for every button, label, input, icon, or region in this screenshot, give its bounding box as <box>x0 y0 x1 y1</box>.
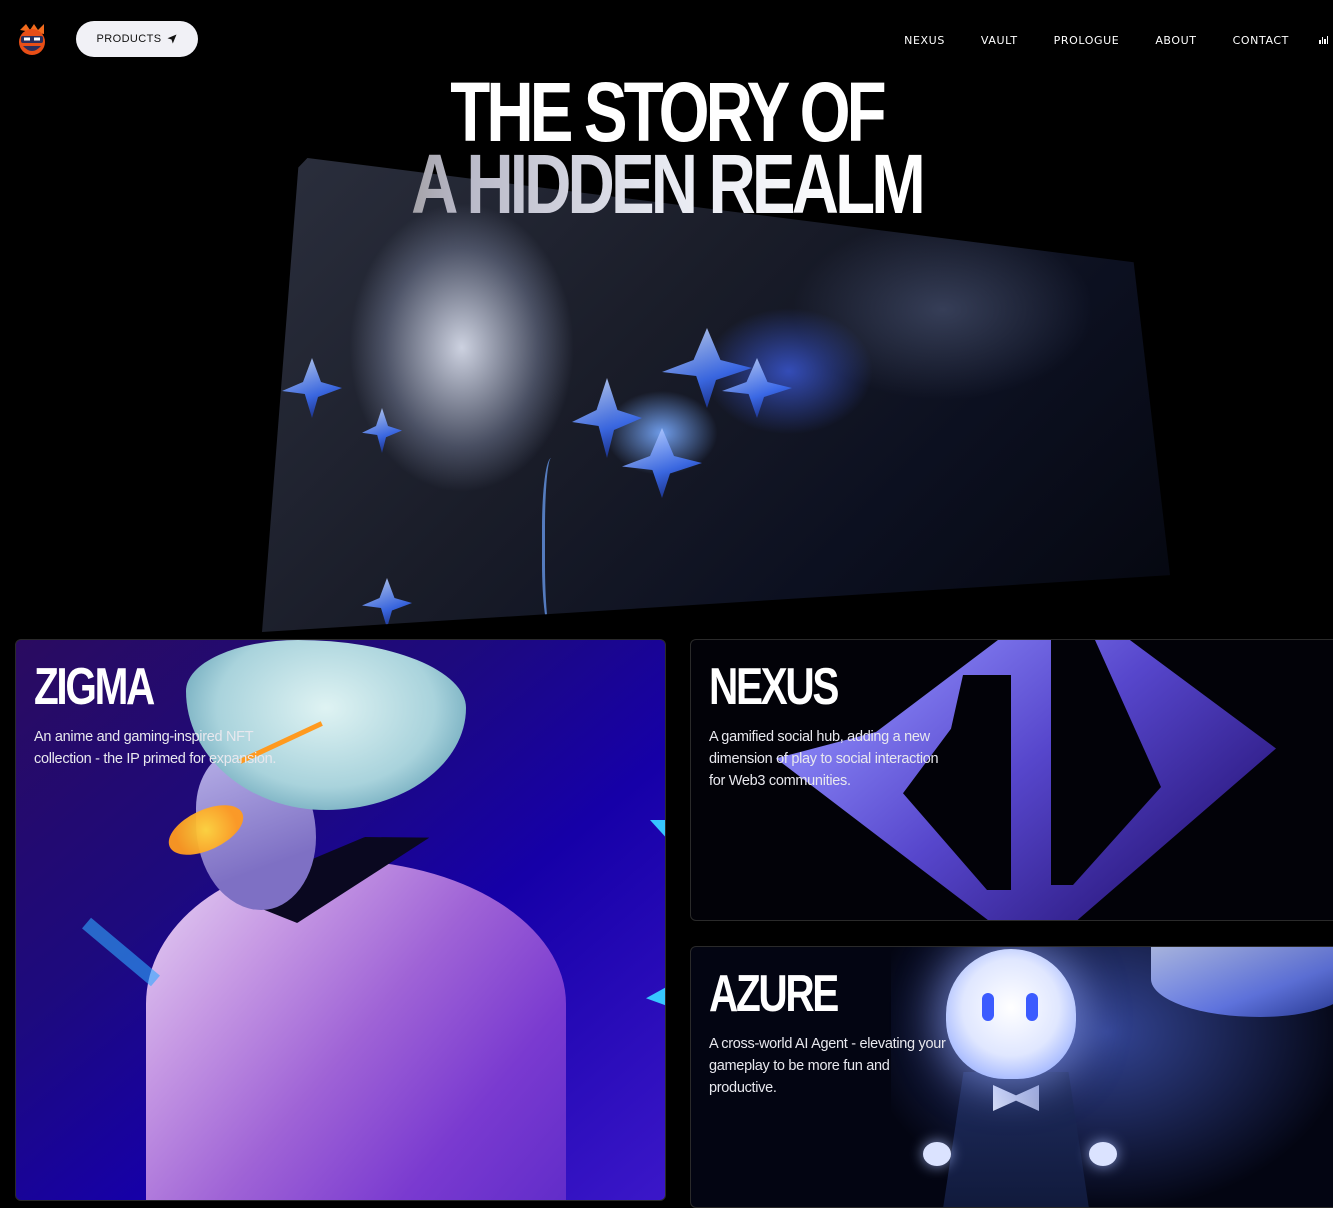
main-nav: NEXUS VAULT PROLOGUE ABOUT CONTACT <box>904 34 1289 47</box>
card-description: A cross-world AI Agent - elevating your … <box>709 1036 946 1096</box>
nav-link-vault[interactable]: VAULT <box>981 34 1018 47</box>
nav-link-nexus[interactable]: NEXUS <box>904 34 945 47</box>
card-title: NEXUS <box>709 658 839 716</box>
nav-link-about[interactable]: ABOUT <box>1155 34 1196 47</box>
site-logo[interactable] <box>14 22 50 58</box>
card-azure[interactable]: AZURE A cross-world AI Agent - elevating… <box>690 946 1333 1208</box>
products-label: PRODUCTS <box>96 33 162 45</box>
card-zigma[interactable]: ZIGMA An anime and gaming-inspired NFT c… <box>15 639 666 1201</box>
card-description: An anime and gaming-inspired NFT collect… <box>34 729 277 767</box>
hero-title: THE STORY OF A HIDDEN REALM <box>147 70 1187 226</box>
nav-link-contact[interactable]: CONTACT <box>1233 34 1289 47</box>
card-nexus[interactable]: NEXUS A gamified social hub, adding a ne… <box>690 639 1333 921</box>
hero-title-line2: A HIDDEN REALM <box>147 142 1187 226</box>
navigation-arrow-icon <box>167 34 177 44</box>
products-button[interactable]: PRODUCTS <box>76 21 198 57</box>
card-description: A gamified social hub, adding a new dime… <box>709 729 939 789</box>
card-title: AZURE <box>709 965 839 1023</box>
nav-link-prologue[interactable]: PROLOGUE <box>1054 34 1120 47</box>
card-title: ZIGMA <box>34 658 155 716</box>
audio-bars-icon[interactable] <box>1319 36 1329 44</box>
ninja-mascot-icon <box>19 24 45 55</box>
